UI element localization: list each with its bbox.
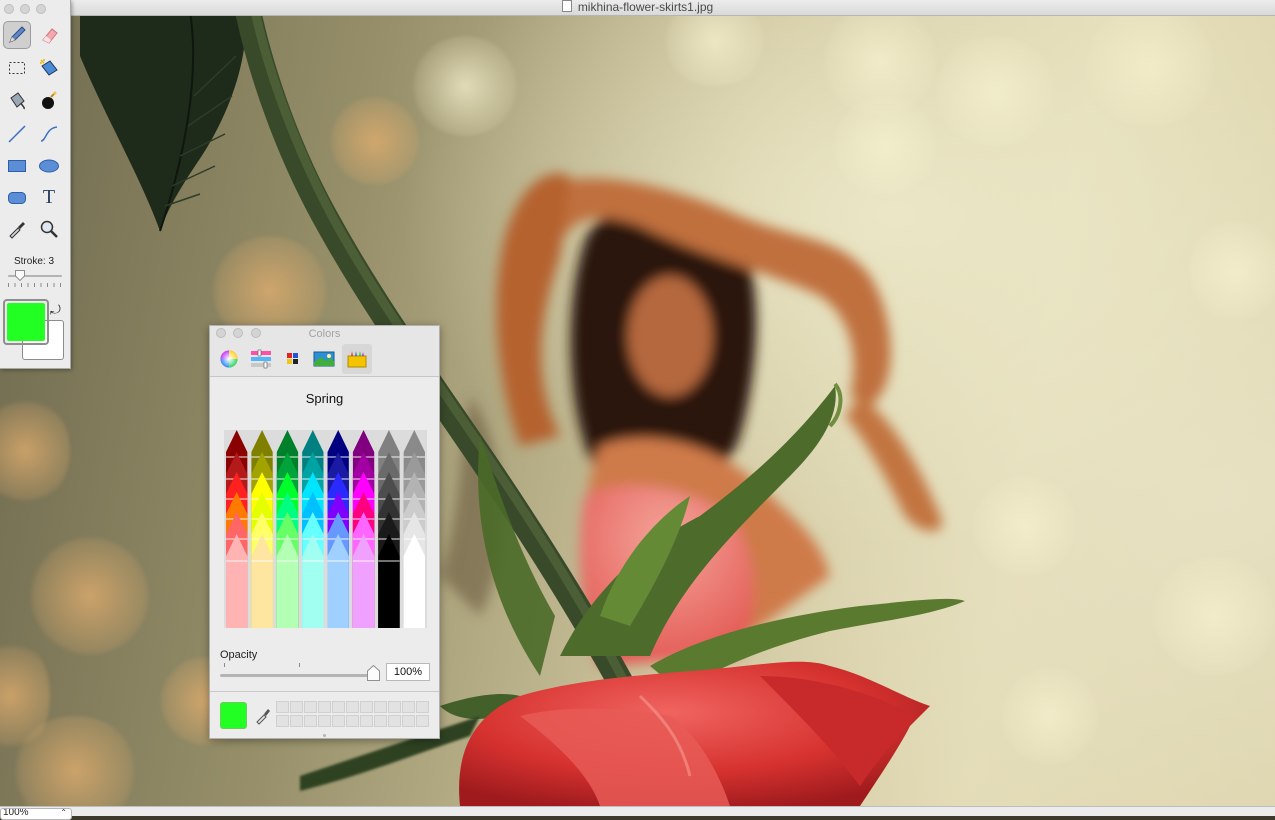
saved-color-slot[interactable] — [374, 701, 387, 713]
saved-color-slot[interactable] — [318, 715, 331, 727]
crayon-set-name: Spring — [305, 391, 344, 406]
tab-color-palettes[interactable] — [278, 344, 308, 374]
stroke-slider-ticks — [8, 283, 62, 287]
zoom-tool[interactable] — [35, 215, 63, 243]
crayon-box[interactable] — [224, 430, 427, 628]
saved-color-slot[interactable] — [304, 715, 317, 727]
eyedropper-icon — [9, 222, 25, 239]
rect-select-tool[interactable] — [3, 54, 31, 82]
stroke-label: Stroke: 3 — [13, 256, 55, 267]
window-title-bar: mikhina-flower-skirts1.jpg — [0, 0, 1275, 16]
photo-subject — [80, 16, 965, 806]
minimize-button[interactable] — [20, 4, 30, 14]
ellipse-tool[interactable] — [35, 151, 63, 179]
line-tool[interactable] — [3, 120, 31, 148]
tab-crayons[interactable] — [342, 344, 372, 374]
close-button[interactable] — [4, 4, 14, 14]
zoom-value: 100% — [3, 808, 29, 818]
color-palettes-icon — [287, 353, 298, 364]
tab-color-wheel[interactable] — [214, 344, 244, 374]
saved-color-slot[interactable] — [388, 701, 401, 713]
color-wheel-icon — [220, 350, 238, 368]
saved-color-slot[interactable] — [374, 715, 387, 727]
saved-color-slot[interactable] — [416, 715, 429, 727]
eyedropper-icon[interactable] — [254, 704, 272, 726]
magic-wand-icon — [40, 59, 58, 76]
saved-color-slot[interactable] — [402, 715, 415, 727]
rounded-rectangle-icon — [8, 192, 26, 204]
foreground-color-swatch[interactable] — [3, 299, 49, 345]
saved-color-slot[interactable] — [290, 701, 303, 713]
foreground-color-fill — [7, 303, 45, 341]
saved-color-slot[interactable] — [360, 715, 373, 727]
window-title: mikhina-flower-skirts1.jpg — [577, 0, 714, 14]
saved-color-slot[interactable] — [388, 715, 401, 727]
opacity-value-field[interactable]: 100% — [386, 663, 430, 681]
saved-color-slot[interactable] — [318, 701, 331, 713]
opacity-slider-track[interactable] — [220, 674, 372, 677]
color-sliders-icon — [251, 349, 271, 369]
pencil-tool[interactable] — [3, 21, 31, 49]
spray-tool[interactable] — [35, 87, 63, 115]
opacity-label: Opacity — [220, 649, 258, 661]
pencil-icon — [9, 26, 26, 43]
saved-color-slot[interactable] — [416, 701, 429, 713]
marquee-icon — [9, 62, 25, 74]
rounded-rect-tool[interactable] — [3, 183, 31, 211]
eraser-tool[interactable] — [35, 21, 63, 49]
opacity-slider-knob[interactable] — [367, 665, 380, 681]
curve-tool[interactable] — [35, 120, 63, 148]
rose-bloom — [459, 661, 930, 806]
text-tool[interactable]: T — [35, 183, 63, 211]
rectangle-tool[interactable] — [3, 151, 31, 179]
zoom-select[interactable]: 100% ⌃ — [0, 808, 72, 820]
image-canvas[interactable] — [0, 16, 1275, 806]
saved-color-slot[interactable] — [276, 715, 289, 727]
chevron-down-icon: ⌃ — [60, 808, 67, 817]
colors-panel-title: Colors — [308, 328, 341, 340]
saved-color-slot[interactable] — [290, 715, 303, 727]
saved-color-slot[interactable] — [402, 701, 415, 713]
rectangle-icon — [8, 160, 26, 172]
saved-color-swatches[interactable] — [276, 701, 431, 729]
eyedropper-tool[interactable] — [3, 215, 31, 243]
leaf — [80, 16, 246, 232]
current-color-swatch[interactable] — [220, 702, 247, 729]
paint-bucket-icon — [10, 92, 25, 110]
zoom-button[interactable] — [36, 4, 46, 14]
crayons-icon — [347, 351, 367, 368]
saved-color-slot[interactable] — [332, 715, 345, 727]
opacity-slider-ticks — [224, 663, 364, 667]
curve-icon — [40, 126, 58, 142]
colors-panel: Colors Spring Opacity 100% — [209, 325, 440, 739]
tab-image-palettes[interactable] — [309, 344, 339, 374]
stroke-slider-knob[interactable] — [15, 270, 25, 281]
magnifier-icon — [40, 220, 58, 238]
saved-color-slot[interactable] — [332, 701, 345, 713]
saved-color-slot[interactable] — [346, 701, 359, 713]
text-icon: T — [42, 185, 56, 208]
document-icon — [561, 0, 572, 12]
ellipse-icon — [39, 159, 59, 173]
eraser-icon — [42, 28, 58, 44]
paint-bucket-tool[interactable] — [3, 87, 31, 115]
colors-panel-footer — [210, 691, 439, 739]
saved-color-slot[interactable] — [304, 701, 317, 713]
tab-color-sliders[interactable] — [246, 344, 276, 374]
swap-colors-icon[interactable]: ⤾ — [50, 303, 61, 316]
saved-color-slot[interactable] — [346, 715, 359, 727]
saved-color-slot[interactable] — [276, 701, 289, 713]
saved-color-slot[interactable] — [360, 701, 373, 713]
line-icon — [8, 125, 26, 143]
colors-panel-toolbar: Colors — [210, 326, 439, 377]
resize-handle[interactable] — [323, 734, 326, 737]
magic-wand-tool[interactable] — [35, 54, 63, 82]
tools-palette: T Stroke: 3 ⤾ — [0, 0, 71, 369]
spray-can-icon — [42, 91, 57, 109]
image-palette-icon — [313, 351, 335, 367]
